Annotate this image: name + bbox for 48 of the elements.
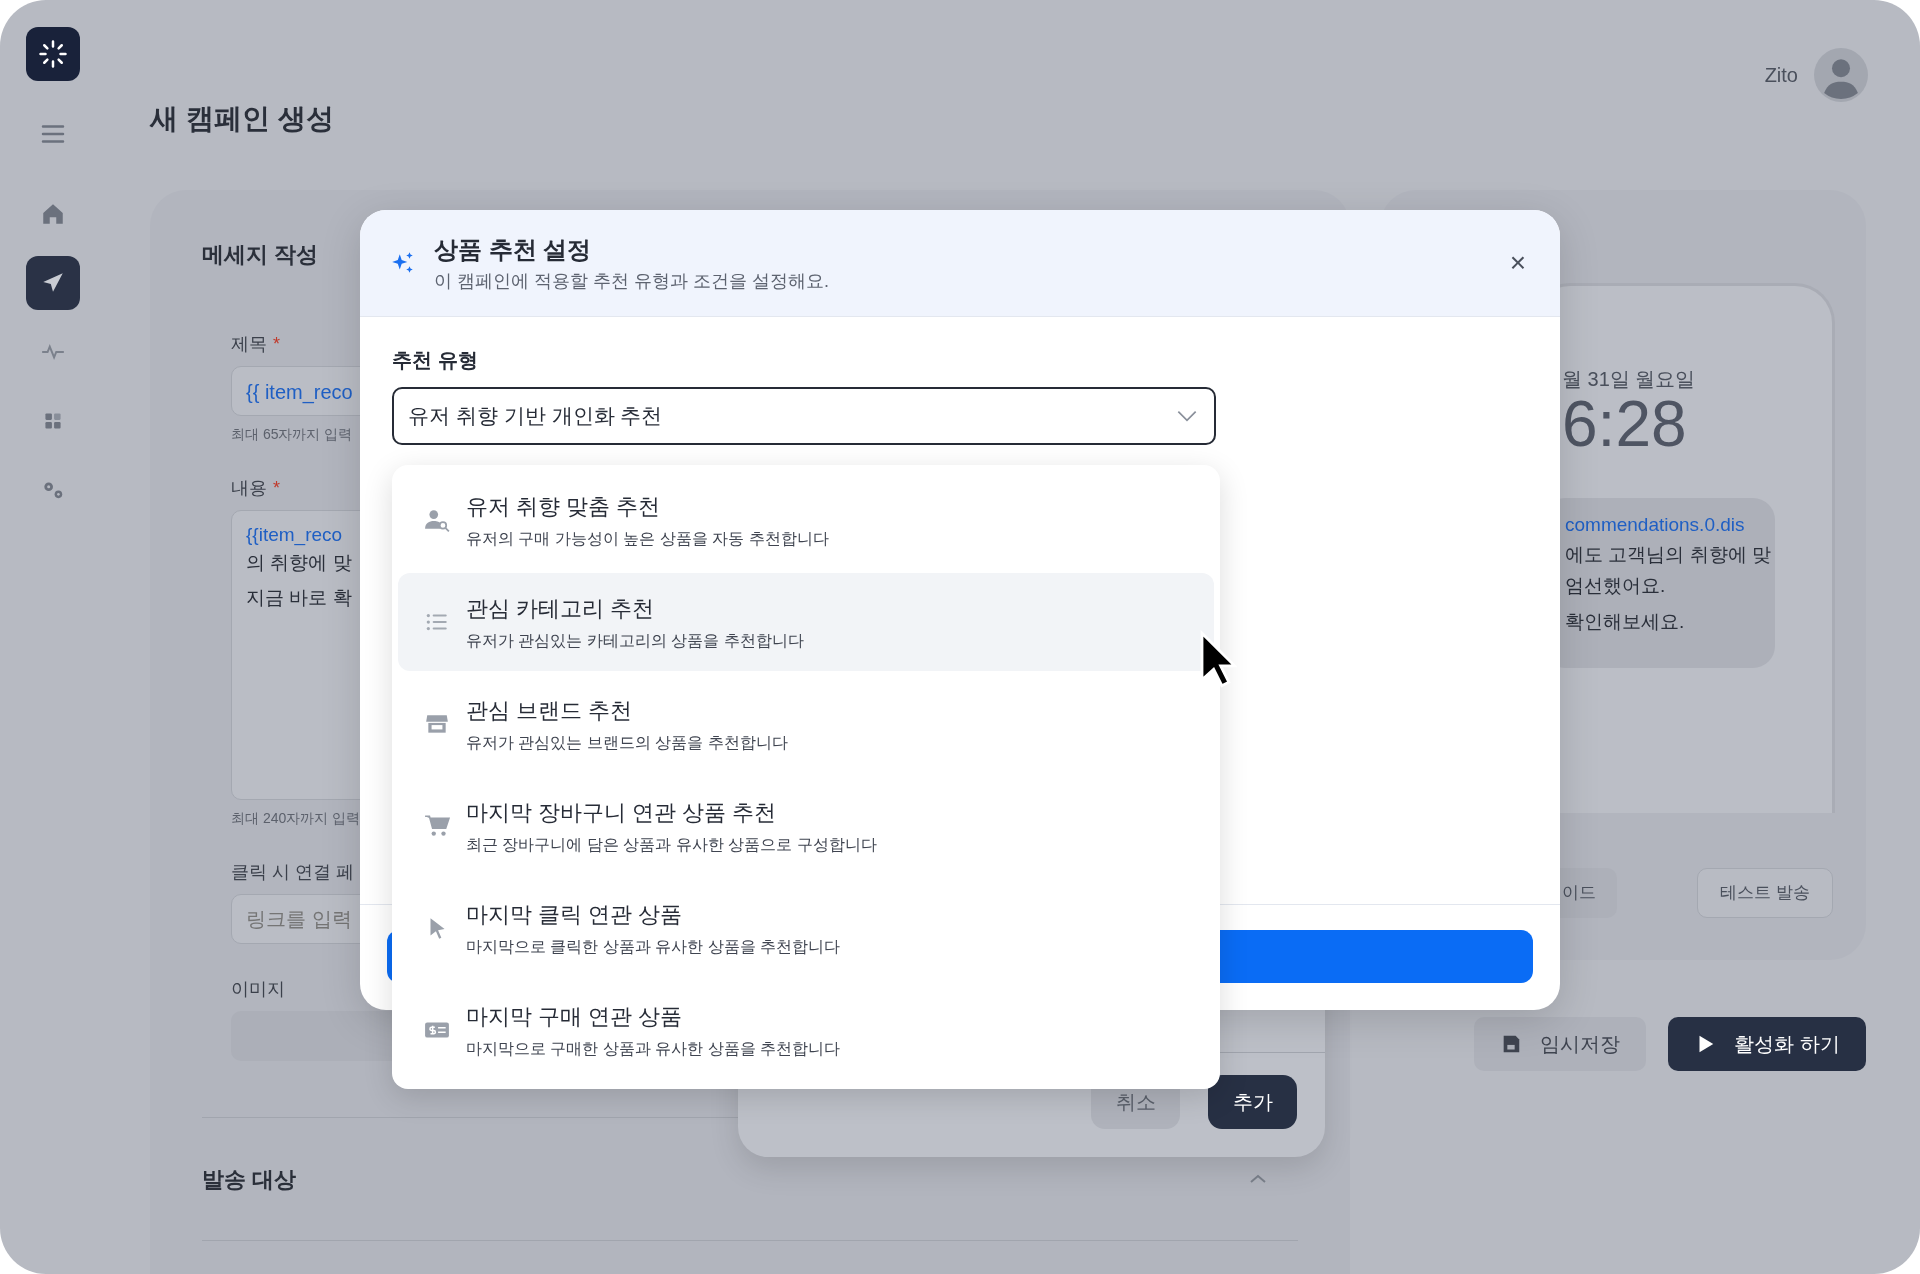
logo-icon[interactable]: [26, 27, 80, 81]
activate-button[interactable]: 활성화 하기: [1668, 1017, 1866, 1071]
hint-text: 최대 65자까지 입력: [231, 425, 353, 444]
modal-subtitle: 이 캠페인에 적용할 추천 유형과 조건을 설정해요.: [434, 269, 829, 293]
modal-title: 상품 추천 설정: [434, 234, 593, 265]
notification-text: 엄선했어요.: [1565, 573, 1667, 598]
clock-text: 6:28: [1562, 389, 1687, 460]
option-description: 최근 장바구니에 담은 상품과 유사한 상품으로 구성합니다: [466, 834, 877, 855]
sparkle-icon: [390, 250, 416, 276]
option-description: 유저가 관심있는 카테고리의 상품을 추천합니다: [466, 630, 804, 651]
cart-icon: [424, 813, 450, 839]
dropdown-option[interactable]: 관심 카테고리 추천 유저가 관심있는 카테고리의 상품을 추천합니다: [398, 573, 1214, 671]
option-title: 마지막 클릭 연관 상품: [466, 900, 684, 929]
notification-text: commendations.0.dis: [1565, 513, 1746, 537]
user-name: Zito: [1764, 63, 1798, 88]
save-draft-button[interactable]: 임시저장: [1474, 1017, 1647, 1071]
send-nav-button[interactable]: [26, 256, 80, 310]
section-title: 메세지 작성: [202, 241, 319, 269]
date-text: 월 31일 월요일: [1562, 367, 1696, 392]
field-label: 클릭 시 연결 페: [231, 861, 354, 884]
option-title: 마지막 장바구니 연관 상품 추천: [466, 798, 778, 827]
option-description: 마지막으로 구매한 상품과 유사한 상품을 추천합니다: [466, 1038, 841, 1059]
dropdown-option[interactable]: 마지막 클릭 연관 상품 마지막으로 클릭한 상품과 유사한 상품을 추천합니다: [398, 879, 1214, 977]
field-label: 제목 *: [231, 333, 280, 356]
option-description: 마지막으로 클릭한 상품과 유사한 상품을 추천합니다: [466, 936, 841, 957]
field-label: 추천 유형: [392, 348, 479, 373]
user-search-icon: [424, 507, 450, 533]
field-label: 내용 *: [231, 477, 280, 500]
page-title: 새 캠페인 생성: [150, 102, 334, 136]
option-description: 유저가 관심있는 브랜드의 상품을 추천합니다: [466, 732, 788, 753]
option-description: 유저의 구매 가능성이 높은 상품을 자동 추천합니다: [466, 528, 829, 549]
dropdown-option[interactable]: 마지막 장바구니 연관 상품 추천 최근 장바구니에 담은 상품과 유사한 상품으로 구성합니다: [398, 777, 1214, 875]
notification-text: 에도 고객님의 취향에 맞: [1565, 543, 1772, 568]
option-title: 관심 브랜드 추천: [466, 696, 634, 725]
dropdown-option[interactable]: 유저 취향 맞춤 추천 유저의 구매 가능성이 높은 상품을 자동 추천합니다: [398, 471, 1214, 569]
section-title: 발송 대상: [202, 1165, 297, 1194]
option-title: 마지막 구매 연관 상품: [466, 1002, 684, 1031]
hint-text: 최대 240자까지 입력: [231, 809, 361, 828]
close-button[interactable]: ×: [1505, 245, 1530, 281]
add-button[interactable]: 추가: [1208, 1075, 1297, 1129]
preview-button[interactable]: 테스트 발송: [1697, 868, 1833, 918]
field-label: 이미지: [231, 978, 285, 1001]
dropdown-option[interactable]: 관심 브랜드 추천 유저가 관심있는 브랜드의 상품을 추천합니다: [398, 675, 1214, 773]
option-title: 유저 취향 맞춤 추천: [466, 492, 662, 521]
notification-text: 확인해보세요.: [1565, 610, 1686, 635]
recommendation-select[interactable]: 유저 취향 기반 개인화 추천: [392, 387, 1216, 445]
avatar-icon[interactable]: [1814, 48, 1868, 102]
option-title: 관심 카테고리 추천: [466, 594, 656, 623]
